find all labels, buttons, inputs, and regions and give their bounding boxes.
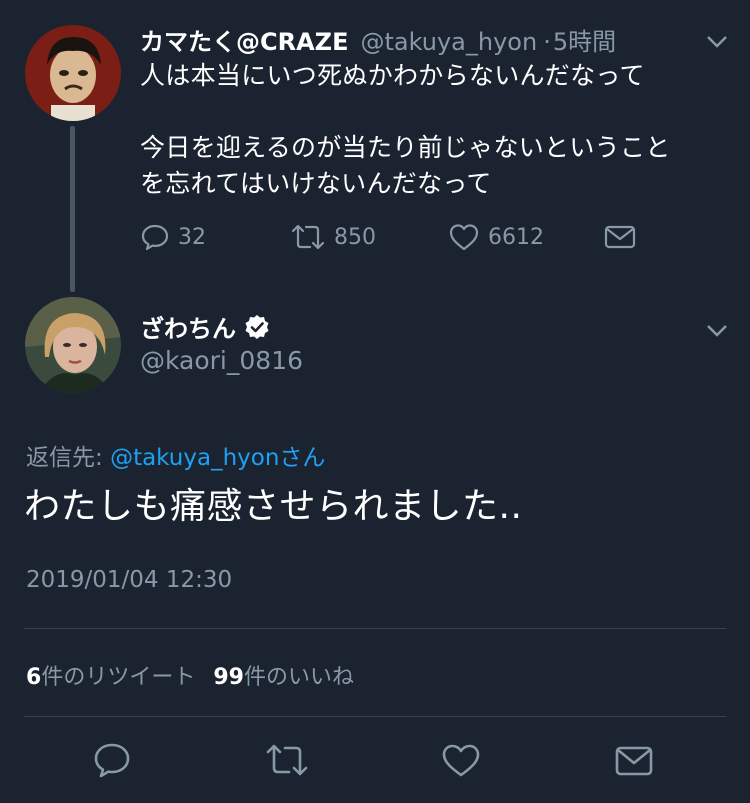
parent-text-line-3: を忘れてはいけないんだなって bbox=[140, 169, 492, 198]
divider-top bbox=[24, 628, 726, 629]
main-handle[interactable]: @kaori_0816 bbox=[140, 346, 303, 375]
likes-stat[interactable]: 99 件のいいね bbox=[213, 659, 354, 691]
parent-header: カマたく@CRAZE @takuya_hyon · 5時間 bbox=[140, 22, 616, 57]
main-like-button[interactable] bbox=[440, 742, 482, 782]
dm-icon bbox=[615, 746, 653, 776]
main-display-name[interactable]: ざわちん bbox=[140, 309, 236, 344]
dm-icon bbox=[604, 225, 636, 249]
like-total: 99 bbox=[213, 665, 244, 690]
parent-text-line-1: 人は本当にいつ死ぬかわからないんだなって bbox=[140, 61, 645, 90]
reply-icon bbox=[94, 743, 130, 778]
parent-retweet-count: 850 bbox=[334, 224, 376, 250]
main-avatar[interactable] bbox=[25, 297, 121, 393]
parent-handle[interactable]: @takuya_hyon bbox=[360, 28, 537, 56]
tweet-timestamp[interactable]: 2019/01/04 12:30 bbox=[26, 567, 232, 593]
parent-avatar[interactable] bbox=[25, 25, 121, 121]
main-tweet-text: わたしも痛感させられました.. bbox=[24, 486, 523, 527]
parent-time[interactable]: 5時間 bbox=[553, 22, 616, 57]
parent-dm-button[interactable] bbox=[604, 224, 636, 250]
main-dm-button[interactable] bbox=[614, 744, 654, 782]
main-name-row: ざわちん bbox=[140, 309, 270, 344]
parent-display-name[interactable]: カマたく@CRAZE bbox=[140, 22, 348, 57]
parent-menu-chevron-icon[interactable] bbox=[706, 34, 728, 53]
retweets-stat[interactable]: 6 件のリツイート bbox=[26, 659, 195, 691]
main-retweet-button[interactable] bbox=[264, 742, 310, 782]
verified-badge-icon bbox=[245, 314, 269, 339]
divider-bottom bbox=[24, 716, 726, 717]
reply-to-suffix: さん bbox=[279, 445, 326, 471]
like-icon bbox=[442, 744, 480, 777]
engagement-stats: 6 件のリツイート 99 件のいいね bbox=[26, 659, 354, 691]
retweet-total: 6 bbox=[26, 665, 42, 690]
main-reply-button[interactable] bbox=[92, 741, 132, 783]
reply-to-handle-link[interactable]: @takuya_hyon bbox=[110, 445, 279, 471]
parent-reply-count: 32 bbox=[178, 224, 206, 250]
reply-icon bbox=[141, 224, 169, 251]
time-separator: · bbox=[543, 28, 551, 56]
like-label: 件のいいね bbox=[243, 665, 354, 690]
like-icon bbox=[449, 224, 479, 251]
parent-text-line-2: 今日を迎えるのが当たり前じゃないということ bbox=[140, 133, 671, 162]
retweet-icon bbox=[291, 224, 325, 250]
reply-to-label: 返信先: bbox=[26, 445, 111, 471]
retweet-icon bbox=[266, 744, 308, 776]
thread-connector-line bbox=[70, 126, 75, 292]
reply-context: 返信先: @takuya_hyonさん bbox=[26, 438, 325, 472]
main-menu-chevron-icon[interactable] bbox=[706, 323, 728, 342]
parent-tweet-text: 人は本当にいつ死ぬかわからないんだなって 今日を迎えるのが当たり前じゃないという… bbox=[140, 58, 671, 202]
parent-retweet-button[interactable]: 850 bbox=[290, 222, 376, 252]
retweet-label: 件のリツイート bbox=[41, 665, 196, 690]
parent-reply-button[interactable]: 32 bbox=[140, 222, 206, 252]
parent-like-count: 6612 bbox=[488, 224, 544, 250]
parent-like-button[interactable]: 6612 bbox=[448, 222, 544, 252]
